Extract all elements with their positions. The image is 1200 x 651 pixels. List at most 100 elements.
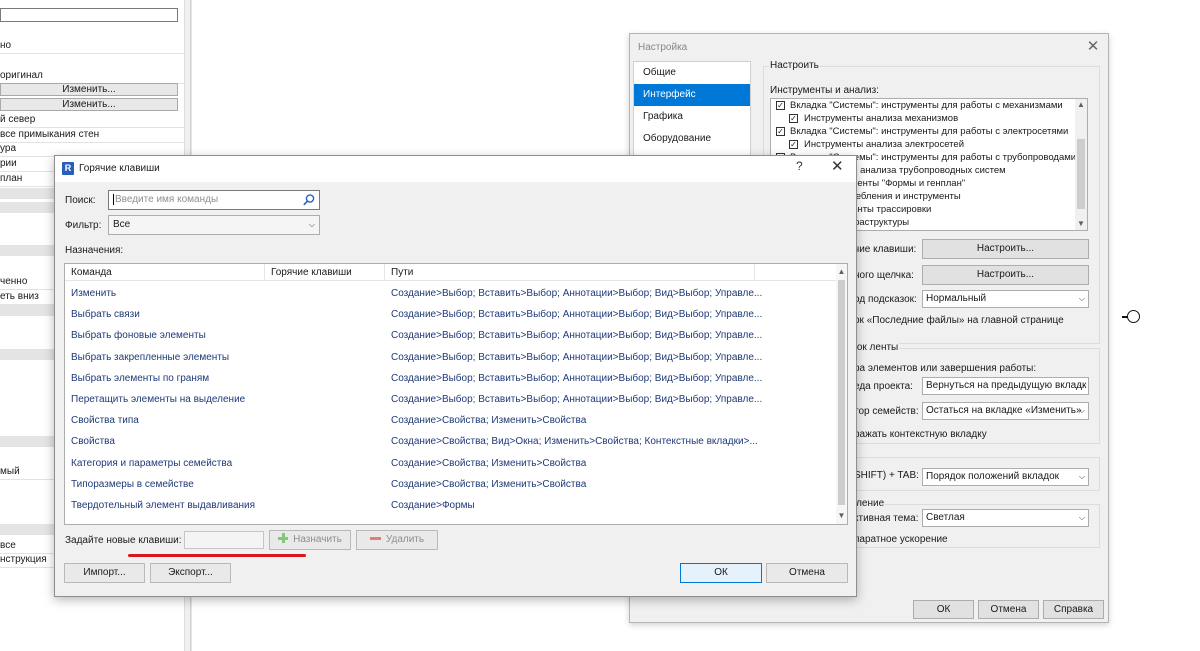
properties-input[interactable] (0, 8, 178, 22)
theme-select[interactable]: Светлая ⌵ (922, 509, 1089, 527)
tooltip-select[interactable]: Нормальный ⌵ (922, 290, 1089, 308)
table-row[interactable]: Твердотельный элемент выдавливания Создан… (65, 495, 837, 516)
doubleclick-configure-button[interactable]: Настроить... (922, 265, 1089, 285)
row-paths: Создание>Свойства; Изменить>Свойства (391, 415, 587, 427)
checkbox-checked-icon[interactable]: ✓ (776, 127, 785, 136)
tooltip-value: Нормальный (926, 293, 987, 304)
shortcuts-configure-button[interactable]: Настроить... (922, 239, 1089, 259)
doubleclick-label: ного щелчка: (854, 270, 914, 281)
tools-list-item[interactable]: ✓ Инструменты анализа механизмов (771, 112, 1087, 125)
nav-item-hardware[interactable]: Оборудование (634, 128, 750, 150)
hotkeys-cancel-button[interactable]: Отмена (766, 563, 848, 583)
table-row[interactable]: Выбрать элементы по граням Создание>Выбор… (65, 368, 837, 389)
search-input[interactable]: Введите имя команды (108, 190, 320, 210)
table-row[interactable]: Свойства Создание>Свойства; Вид>Окна; Изм… (65, 431, 837, 452)
filter-label: Фильтр: (65, 220, 102, 231)
row-paths: Создание>Выбор; Вставить>Выбор; Аннотаци… (391, 394, 763, 405)
property-row: нструкция (0, 554, 47, 565)
table-scrollbar[interactable]: ▲ ▼ (836, 264, 847, 524)
hotkeys-titlebar: R Горячие клавиши ? ✕ (55, 156, 856, 182)
tools-list-item[interactable]: ✓ Вкладка "Системы": инструменты для рабо… (771, 99, 1087, 112)
tab-order-select[interactable]: Порядок положений вкладок ⌵ (922, 468, 1089, 486)
export-button[interactable]: Экспорт... (150, 563, 231, 583)
tools-list-item-label: нты анализа трубопроводных систем (841, 165, 1006, 176)
filter-select[interactable]: Все ⌵ (108, 215, 320, 235)
table-row[interactable]: Свойства типа Создание>Свойства; Изменить… (65, 410, 837, 431)
checkbox-checked-icon[interactable]: ✓ (789, 140, 798, 149)
table-row[interactable]: Выбрать закрепленные элементы Создание>Вы… (65, 347, 837, 368)
tools-list-item-label: Вкладка "Системы": инструменты для работ… (790, 126, 1069, 137)
column-command[interactable]: Команда (65, 264, 265, 281)
scroll-up-icon[interactable]: ▲ (1075, 99, 1087, 111)
row-paths: Создание>Выбор; Вставить>Выбор; Аннотаци… (391, 372, 763, 384)
options-ok-button[interactable]: ОК (913, 600, 974, 619)
row-command: Перетащить элементы на выделение (71, 394, 246, 405)
chevron-down-icon: ⌵ (1078, 294, 1085, 303)
scroll-down-icon[interactable]: ▼ (1075, 218, 1087, 230)
column-paths[interactable]: Пути (385, 264, 755, 281)
property-row: ченно (0, 276, 28, 287)
shortcuts-label: чие клавиши: (854, 244, 917, 255)
project-env-select[interactable]: Вернуться на предыдущую вкладк ⌵ (922, 377, 1089, 395)
options-help-button[interactable]: Справка (1043, 600, 1104, 619)
table-row[interactable]: Категория и параметры семейства Создание>… (65, 453, 837, 474)
new-keys-input[interactable] (184, 531, 264, 549)
remove-button-label: Удалить (385, 534, 425, 545)
scroll-thumb[interactable] (1077, 139, 1085, 209)
assignments-label: Назначения: (65, 245, 124, 256)
table-row[interactable]: Выбрать связи Создание>Выбор; Вставить>Вы… (65, 304, 837, 325)
chevron-down-icon: ⌵ (1078, 381, 1085, 390)
search-placeholder: Введите имя команды (113, 194, 219, 205)
family-editor-select[interactable]: Остаться на вкладке «Изменить» ⌵ (922, 402, 1089, 420)
contextual-tab-label: ражать контекстную вкладку (854, 429, 987, 440)
assignments-table[interactable]: Команда Горячие клавиши Пути Изменить Соз… (64, 263, 848, 525)
recent-files-label: ок «Последние файлы» на главной странице (854, 315, 1064, 326)
column-hotkeys[interactable]: Горячие клавиши (265, 264, 385, 281)
theme-label: ктивная тема: (854, 513, 919, 524)
row-command: Типоразмеры в семействе (71, 478, 194, 490)
hw-accel-label: паратное ускорение (854, 534, 948, 545)
table-row[interactable]: Типоразмеры в семействе Создание>Свойства… (65, 474, 837, 495)
table-row[interactable]: Выбрать фоновые элементы Создание>Выбор; … (65, 325, 837, 346)
tooltip-label: од подсказок: (854, 294, 917, 305)
row-command: Выбрать связи (71, 309, 140, 321)
edit-button-1[interactable]: Изменить... (0, 83, 178, 96)
row-command: Выбрать фоновые элементы (71, 330, 206, 342)
family-editor-label: тор семейств: (854, 406, 919, 417)
hotkeys-dialog: R Горячие клавиши ? ✕ Поиск: Введите имя… (54, 155, 857, 597)
nav-item-interface[interactable]: Интерфейс (634, 84, 750, 106)
options-cancel-button[interactable]: Отмена (978, 600, 1039, 619)
chevron-down-icon: ⌵ (1078, 406, 1085, 415)
hotkeys-ok-button[interactable]: ОК (680, 563, 762, 583)
checkbox-checked-icon[interactable]: ✓ (789, 114, 798, 123)
property-row: рии (0, 158, 17, 169)
chevron-down-icon: ⌵ (1078, 513, 1085, 522)
nav-item-general[interactable]: Общие (634, 62, 750, 84)
nav-item-graphics[interactable]: Графика (634, 106, 750, 128)
new-keys-label: Задайте новые клавиши: (65, 535, 182, 546)
scroll-down-icon[interactable]: ▼ (836, 510, 847, 522)
row-command: Свойства типа (71, 415, 139, 427)
help-icon[interactable]: ? (796, 159, 803, 173)
close-icon[interactable]: ✕ (1084, 37, 1102, 55)
tools-list-item[interactable]: ✓ Инструменты анализа электросетей (771, 138, 1087, 151)
row-paths: Создание>Свойства; Изменить>Свойства (391, 457, 587, 469)
tools-list-scrollbar[interactable]: ▲ ▼ (1075, 99, 1087, 230)
assign-button[interactable]: Назначить (269, 530, 351, 550)
hotkeys-dialog-title: Горячие клавиши (79, 163, 160, 174)
table-row[interactable]: Перетащить элементы на выделение Создание… (65, 389, 837, 410)
edit-button-2[interactable]: Изменить... (0, 98, 178, 111)
scroll-thumb[interactable] (838, 280, 845, 505)
remove-button[interactable]: Удалить (356, 530, 438, 550)
tools-list-item[interactable]: ✓ Вкладка "Системы": инструменты для рабо… (771, 125, 1087, 138)
table-row[interactable]: Изменить Создание>Выбор; Вставить>Выбор; … (65, 283, 837, 304)
property-row: план (0, 173, 23, 184)
property-row: все примыкания стен (0, 129, 100, 140)
checkbox-checked-icon[interactable]: ✓ (776, 101, 785, 110)
scroll-up-icon[interactable]: ▲ (836, 266, 847, 278)
close-icon[interactable]: ✕ (831, 157, 844, 175)
search-icon[interactable] (302, 193, 316, 207)
import-button[interactable]: Импорт... (64, 563, 145, 583)
plus-icon (278, 533, 289, 543)
property-row: все (0, 540, 16, 551)
